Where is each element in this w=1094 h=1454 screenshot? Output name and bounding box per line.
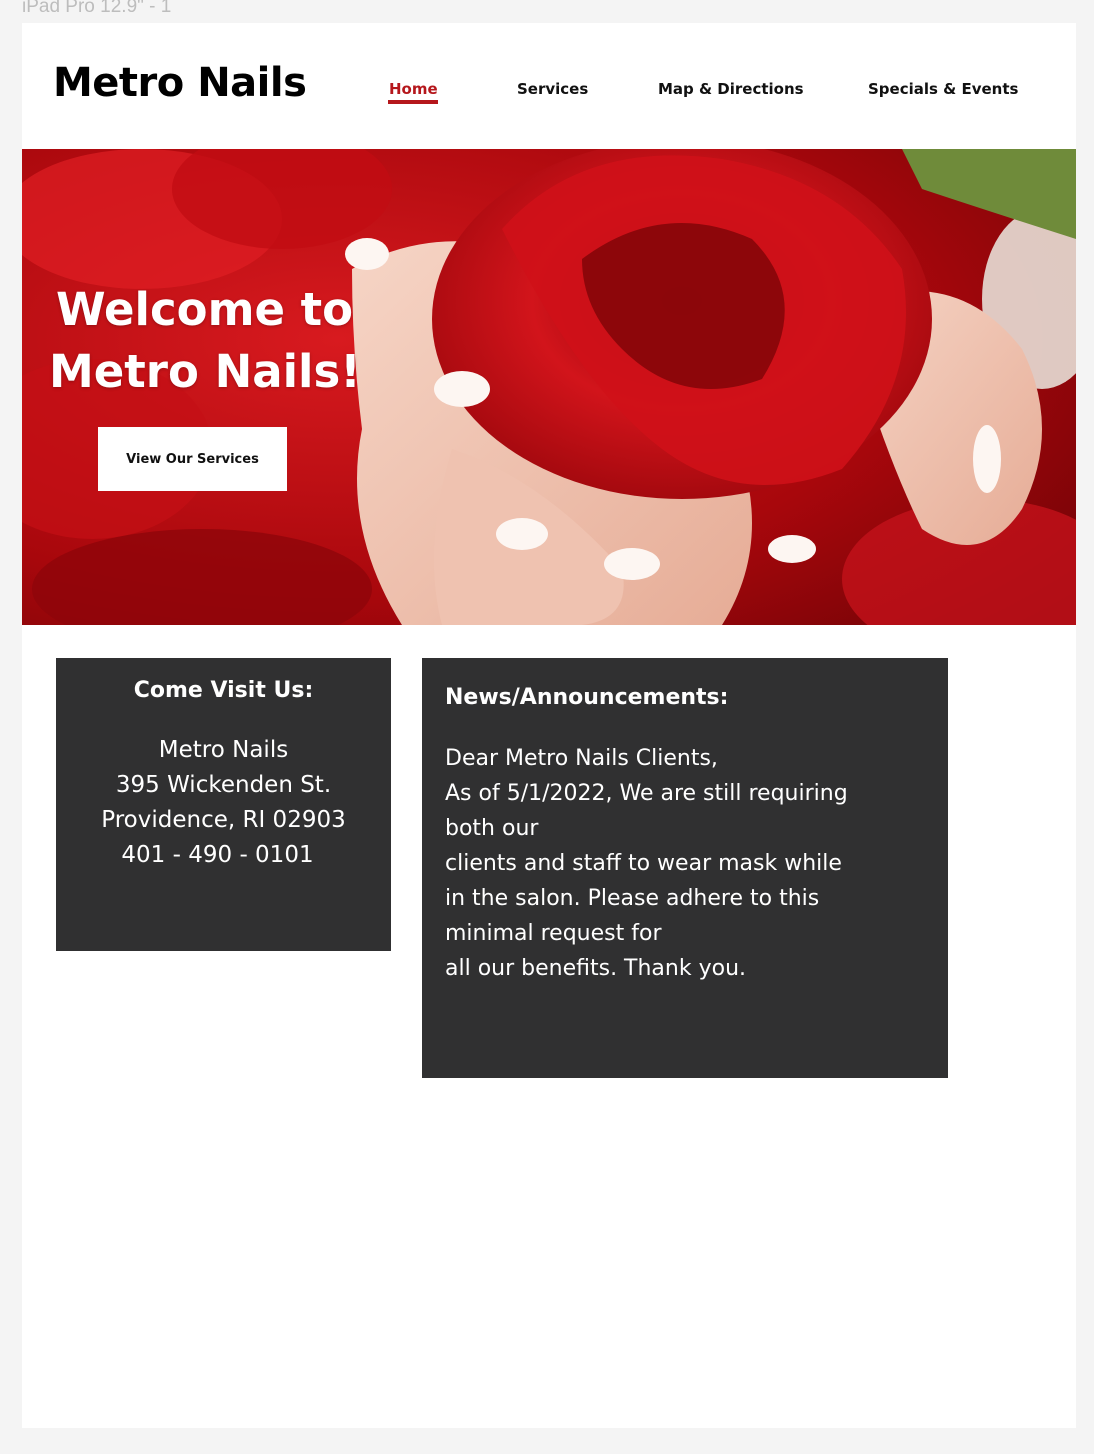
hero-banner: Welcome to Metro Nails! View Our Service… <box>22 149 1076 625</box>
address-block: Metro Nails 395 Wickenden St. Providence… <box>56 733 391 873</box>
news-line: clients and staff to wear mask while <box>445 851 842 876</box>
address-street: 395 Wickenden St. <box>115 772 332 798</box>
news-line: all our benefits. Thank you. <box>445 956 747 981</box>
nav-home[interactable]: Home <box>389 79 438 99</box>
visit-us-card: Come Visit Us: Metro Nails 395 Wickenden… <box>56 658 391 951</box>
page-artboard: Metro Nails Home Services Map & Directio… <box>22 23 1076 1428</box>
hero-title-line2: Metro Nails! <box>49 345 361 398</box>
nav-specials-events[interactable]: Specials & Events <box>868 79 1018 99</box>
news-body: Dear Metro Nails Clients, As of 5/1/2022… <box>445 741 948 986</box>
nav-map-directions[interactable]: Map & Directions <box>658 79 804 99</box>
news-line: both our <box>445 816 539 841</box>
hero-title: Welcome to Metro Nails! <box>49 279 361 403</box>
news-line: Dear Metro Nails Clients, <box>445 746 718 771</box>
visit-heading: Come Visit Us: <box>133 678 314 703</box>
main-nav: Home Services Map & Directions Specials … <box>22 79 1076 109</box>
news-line: minimal request for <box>445 921 662 946</box>
nav-active-indicator <box>388 100 438 104</box>
news-card: News/Announcements: Dear Metro Nails Cli… <box>422 658 948 1078</box>
view-services-button[interactable]: View Our Services <box>98 427 287 491</box>
nav-services[interactable]: Services <box>517 79 588 99</box>
hero-title-line1: Welcome to <box>56 283 354 336</box>
address-business-name: Metro Nails <box>158 737 289 763</box>
news-line: As of 5/1/2022, We are still requiring <box>445 781 848 806</box>
news-heading: News/Announcements: <box>445 685 729 710</box>
news-line: in the salon. Please adhere to this <box>445 886 820 911</box>
artboard-label: iPad Pro 12.9" - 1 <box>22 0 172 17</box>
address-phone[interactable]: 401 - 490 - 0101 <box>56 838 391 873</box>
address-city: Providence, RI 02903 <box>101 807 346 833</box>
